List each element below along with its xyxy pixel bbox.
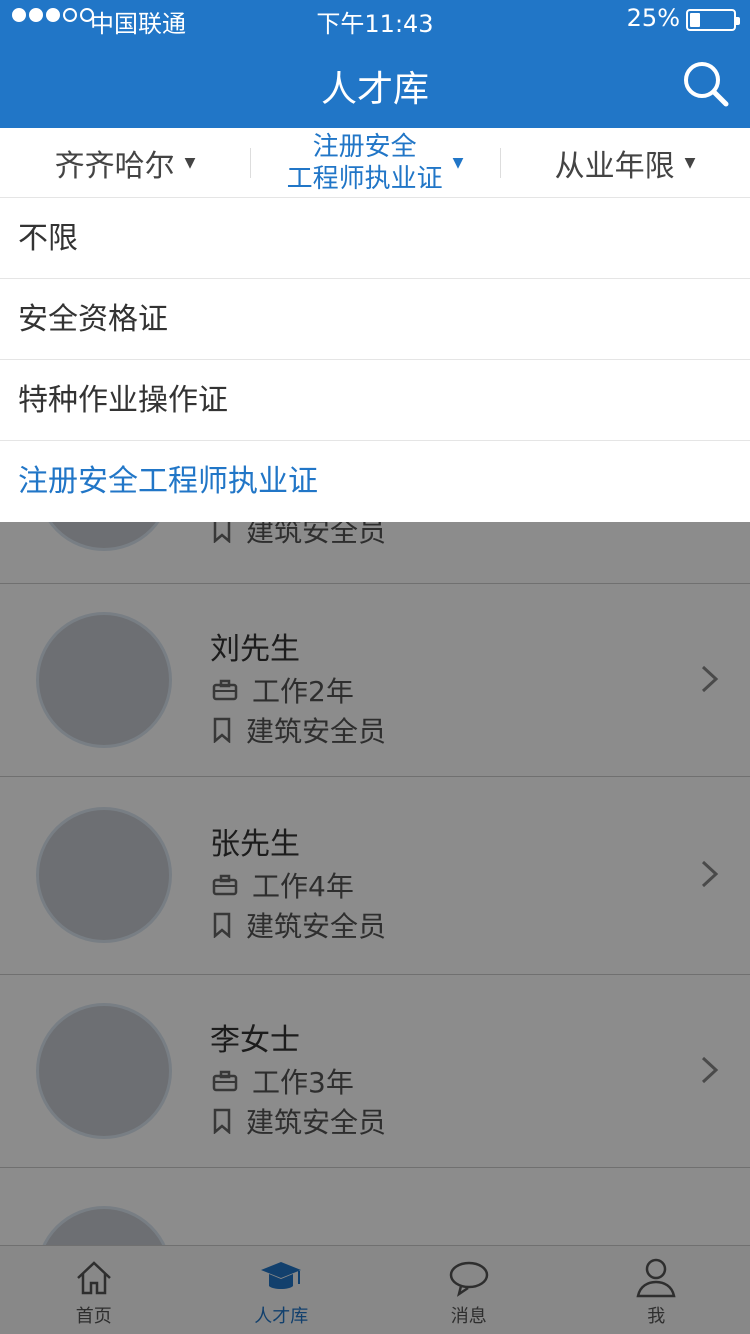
filter-experience-label: 从业年限 — [554, 148, 675, 184]
dropdown-option-special-operation-cert[interactable]: 特种作业操作证 — [0, 360, 750, 441]
caret-down-icon: ▼ — [184, 154, 196, 171]
battery-percent: 25% — [626, 4, 680, 32]
dropdown-option-unlimited[interactable]: 不限 — [0, 198, 750, 279]
page-title: 人才库 — [320, 69, 429, 110]
filter-bar: 齐齐哈尔 ▼ 注册安全 工程师执业证 ▼ 从业年限 ▼ — [0, 128, 750, 198]
search-icon[interactable] — [682, 60, 730, 108]
filter-certificate-line1: 注册安全 — [312, 131, 417, 162]
battery-icon — [686, 9, 740, 31]
app-header: 中国联通 下午11:43 25% 人才库 — [0, 0, 750, 128]
caret-down-icon: ▼ — [684, 154, 696, 171]
status-bar: 中国联通 下午11:43 25% — [0, 0, 750, 40]
filter-certificate-label: 注册安全 工程师执业证 — [287, 131, 443, 195]
certificate-dropdown: 不限 安全资格证 特种作业操作证 注册安全工程师执业证 — [0, 198, 750, 522]
filter-city[interactable]: 齐齐哈尔 ▼ — [0, 128, 250, 197]
filter-certificate-line2: 工程师执业证 — [286, 163, 443, 194]
dropdown-option-registered-engineer[interactable]: 注册安全工程师执业证 — [0, 441, 750, 522]
filter-certificate[interactable]: 注册安全 工程师执业证 ▼ — [250, 128, 500, 197]
caret-down-icon: ▼ — [452, 154, 464, 171]
dropdown-option-safety-cert[interactable]: 安全资格证 — [0, 279, 750, 360]
filter-experience[interactable]: 从业年限 ▼ — [500, 128, 750, 197]
filter-city-label: 齐齐哈尔 — [54, 148, 175, 184]
